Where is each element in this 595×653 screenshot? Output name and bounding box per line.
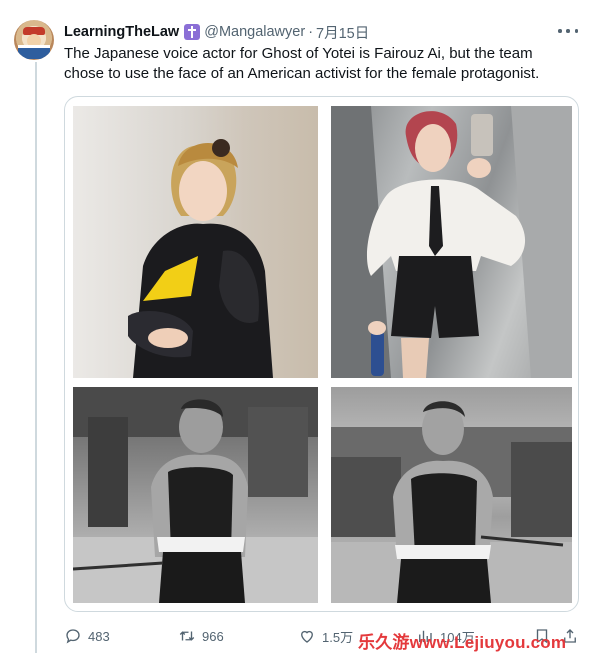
site-watermark: 乐久游www.Lejiuyou.com [358, 633, 567, 652]
avatar[interactable] [14, 20, 54, 60]
tweet-header: LearningTheLaw @Mangalawyer · 7月15日 [64, 22, 369, 42]
separator: · [308, 24, 314, 40]
photo-1[interactable] [73, 106, 318, 378]
media-grid [64, 96, 579, 612]
thread-line [35, 62, 37, 653]
photo-2[interactable] [331, 106, 572, 378]
display-name[interactable]: LearningTheLaw [64, 24, 179, 40]
tweet-text: The Japanese voice actor for Ghost of Yo… [64, 45, 540, 82]
reply-button[interactable]: 483 [64, 626, 110, 646]
like-icon [301, 630, 313, 643]
photo-4[interactable] [331, 387, 572, 603]
cross-badge-icon [184, 24, 201, 40]
photo-3[interactable] [73, 387, 318, 603]
like-button[interactable]: 1.5万 [298, 626, 353, 646]
user-handle[interactable]: @Mangalawyer [204, 24, 305, 40]
retweet-button[interactable]: 966 [178, 626, 224, 646]
like-count: 1.5万 [322, 629, 354, 645]
retweet-count: 966 [202, 628, 224, 644]
reply-count: 483 [88, 628, 110, 644]
post-date[interactable]: 7月15日 [316, 22, 369, 43]
more-options-icon[interactable] [557, 22, 579, 40]
retweet-icon [179, 631, 195, 641]
reply-icon [66, 629, 80, 644]
